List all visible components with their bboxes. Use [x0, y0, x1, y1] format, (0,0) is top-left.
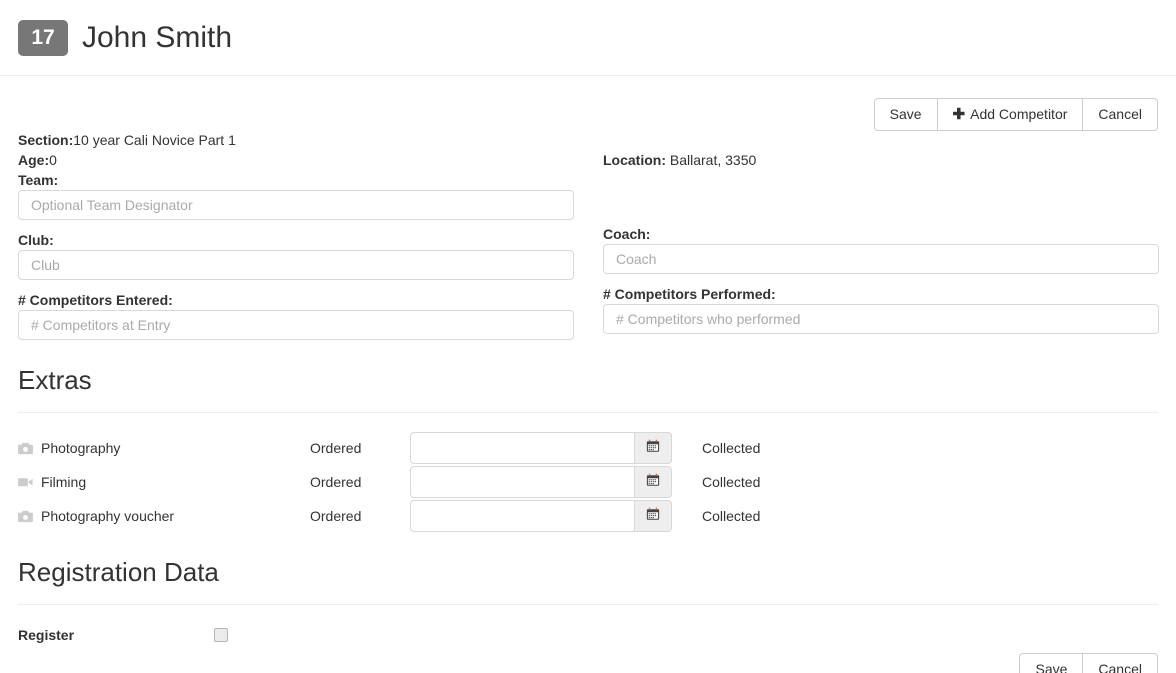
collected-label: Collected: [702, 508, 761, 524]
extra-name-cell: Filming: [18, 474, 310, 490]
age-value: 0: [49, 152, 57, 168]
location-info: Location: Ballarat, 3350: [603, 150, 1159, 170]
section-label: Section:: [18, 132, 74, 148]
form-right-column: Location: Ballarat, 3350 Coach: # Compet…: [603, 130, 1159, 344]
competitors-entered-input[interactable]: [18, 310, 574, 340]
camera-icon: [18, 442, 33, 455]
age-info: Age:0: [18, 150, 574, 170]
extra-label: Photography voucher: [41, 508, 175, 524]
extra-label: Photography: [41, 440, 121, 456]
age-label: Age:: [18, 152, 50, 168]
page-title: John Smith: [82, 20, 233, 54]
competitors-performed-field-group: # Competitors Performed:: [603, 284, 1159, 334]
ordered-date-input[interactable]: [410, 500, 634, 532]
bottom-button-group: Save Cancel: [1019, 653, 1158, 673]
extras-rows: Photography Ordered Collected Filming Or…: [0, 431, 1176, 533]
club-label: Club:: [18, 232, 54, 248]
team-input[interactable]: [18, 190, 574, 220]
club-input[interactable]: [18, 250, 574, 280]
coach-label: Coach:: [603, 226, 651, 242]
extras-section: Extras Photography Ordered Collected Fil…: [0, 364, 1176, 533]
competitors-entered-label: # Competitors Entered:: [18, 292, 173, 308]
video-camera-icon: [18, 476, 33, 489]
competitors-performed-label: # Competitors Performed:: [603, 286, 776, 302]
form-left-column: Section:10 year Cali Novice Part 1 Age:0…: [18, 130, 574, 350]
registration-heading: Registration Data: [18, 557, 219, 587]
extras-row: Filming Ordered Collected: [0, 465, 1176, 499]
coach-field-group: Coach:: [603, 224, 1159, 274]
extras-row: Photography Ordered Collected: [0, 431, 1176, 465]
club-field-group: Club:: [18, 230, 574, 280]
register-row: Register: [0, 627, 1176, 643]
team-label: Team:: [18, 172, 59, 188]
add-competitor-label: Add Competitor: [970, 106, 1068, 122]
competitor-entry-page: 17 John Smith Save ✚ Add Competitor Cance…: [0, 0, 1176, 673]
page-header: 17 John Smith: [0, 0, 1176, 76]
ordered-date-group: [410, 432, 672, 464]
ordered-label: Ordered: [310, 474, 362, 490]
location-value: Ballarat, 3350: [669, 152, 757, 168]
ordered-date-group: [410, 500, 672, 532]
ordered-date-input[interactable]: [410, 432, 634, 464]
extra-name-cell: Photography voucher: [18, 508, 310, 524]
competitors-performed-input[interactable]: [603, 304, 1159, 334]
save-button[interactable]: Save: [873, 98, 938, 131]
footer-save-button[interactable]: Save: [1019, 653, 1084, 673]
ordered-label: Ordered: [310, 508, 362, 524]
add-competitor-button[interactable]: ✚ Add Competitor: [937, 98, 1084, 131]
ordered-date-input[interactable]: [410, 466, 634, 498]
location-label: Location:: [603, 152, 666, 168]
cancel-button[interactable]: Cancel: [1083, 98, 1158, 131]
coach-input[interactable]: [603, 244, 1159, 274]
collected-label: Collected: [702, 440, 761, 456]
section-value: 10 year Cali Novice Part 1: [73, 132, 236, 148]
plus-icon: ✚: [952, 106, 966, 123]
ordered-label: Ordered: [310, 440, 362, 456]
registration-section: Registration Data Register: [0, 556, 1176, 643]
extras-heading: Extras: [18, 365, 92, 395]
calendar-icon: [646, 439, 660, 458]
section-info: Section:10 year Cali Novice Part 1: [18, 130, 574, 150]
extra-name-cell: Photography: [18, 440, 310, 456]
team-field-group: Team:: [18, 170, 574, 220]
competitor-number-badge: 17: [18, 19, 68, 56]
calendar-icon-button[interactable]: [634, 466, 672, 498]
top-button-group: Save ✚ Add Competitor Cancel: [873, 98, 1158, 131]
extras-row: Photography voucher Ordered Collected: [0, 499, 1176, 533]
extras-divider: [18, 412, 1158, 413]
register-checkbox[interactable]: [214, 628, 228, 642]
extra-label: Filming: [41, 474, 87, 490]
registration-divider: [18, 604, 1158, 605]
calendar-icon: [646, 507, 660, 526]
calendar-icon-button[interactable]: [634, 500, 672, 532]
collected-label: Collected: [702, 474, 761, 490]
camera-icon: [18, 510, 33, 523]
competitors-entered-field-group: # Competitors Entered:: [18, 290, 574, 340]
calendar-icon: [646, 473, 660, 492]
calendar-icon-button[interactable]: [634, 432, 672, 464]
ordered-date-group: [410, 466, 672, 498]
register-label: Register: [18, 627, 75, 643]
footer-cancel-button[interactable]: Cancel: [1083, 653, 1158, 673]
